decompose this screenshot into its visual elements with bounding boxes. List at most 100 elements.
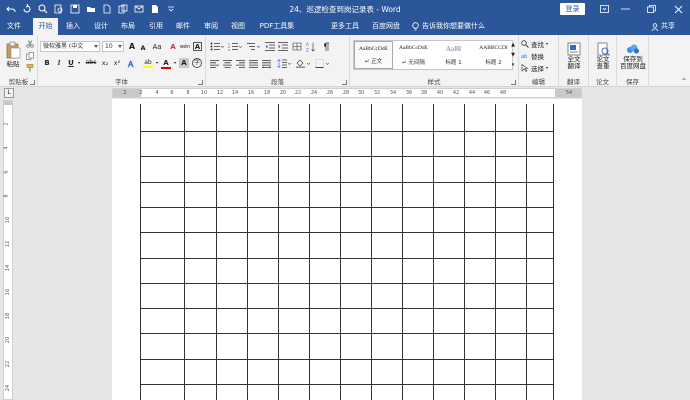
superscript-button[interactable]: x² (112, 58, 122, 68)
tab-selector[interactable]: L (4, 88, 14, 98)
style-normal[interactable]: AaBbCcDdE ↵ 正文 (354, 41, 393, 69)
shrink-font-button[interactable]: A (138, 43, 148, 53)
grow-font-button[interactable]: A (127, 42, 137, 52)
tab-insert[interactable]: 插入 (61, 18, 85, 35)
character-shading-button[interactable]: A (179, 58, 189, 68)
styles-scroll-down[interactable]: ▼ (510, 50, 516, 59)
vertical-ruler[interactable]: 2 4 6 8 10 12 14 16 18 20 22 24 (3, 100, 13, 400)
align-left-button[interactable] (209, 58, 220, 69)
ruler-tick: 48 (499, 90, 507, 96)
paper-label-2: 查重 (596, 62, 610, 70)
table-row-border (140, 308, 554, 309)
collapse-ribbon-button[interactable]: ^ (680, 77, 688, 85)
font-color-swatch (161, 66, 171, 69)
tab-references[interactable]: 引用 (144, 18, 168, 35)
phonetic-guide-button[interactable]: wén (179, 42, 191, 52)
tab-review[interactable]: 审阅 (199, 18, 223, 35)
tell-me-search[interactable]: 告诉我你想要做什么 (412, 18, 485, 35)
style-heading-2[interactable]: AABBCCDI 标题 2 (474, 41, 513, 69)
font-name-value: 微软雅黑 (中文 (43, 43, 84, 50)
editing-group: 查找 ▾ ab 替换 选择 ▾ 编辑 (519, 35, 559, 87)
styles-launcher[interactable] (511, 80, 516, 85)
multilevel-list-button[interactable] (245, 41, 261, 52)
style-heading-2-name: 标题 2 (485, 60, 502, 66)
chevron-down-icon: ▾ (546, 65, 549, 70)
translate-group: 全文 翻译 翻译 (559, 35, 589, 87)
bullets-button[interactable] (209, 41, 225, 52)
chinese-layout-button[interactable] (291, 41, 303, 52)
align-right-button[interactable] (235, 58, 246, 69)
font-launcher[interactable] (198, 80, 203, 85)
full-text-translate-button[interactable]: 全文 翻译 (562, 38, 586, 74)
borders-button[interactable] (314, 58, 330, 69)
strikethrough-button[interactable]: abc (84, 58, 98, 68)
character-border-button[interactable]: A (193, 42, 202, 51)
login-button[interactable]: 登录 (560, 3, 585, 15)
format-painter-button[interactable] (25, 63, 35, 73)
paste-label: 粘贴 (6, 59, 20, 68)
change-case-button[interactable]: Aa (150, 42, 164, 52)
clipboard-launcher[interactable] (30, 80, 35, 85)
clipboard-paste-icon (6, 41, 21, 58)
highlight-button[interactable]: ab (142, 58, 154, 69)
paragraph-launcher[interactable] (342, 80, 347, 85)
tab-view[interactable]: 视图 (226, 18, 250, 35)
clear-formatting-button[interactable]: A (168, 42, 178, 52)
minimize-button[interactable] (617, 1, 633, 17)
bold-button[interactable]: B (42, 58, 52, 68)
ribbon-display-button[interactable] (596, 1, 612, 17)
show-marks-button[interactable] (320, 41, 332, 52)
paste-button[interactable]: 粘贴 (4, 38, 22, 70)
find-label: 查找 (531, 40, 544, 49)
tab-more-tools[interactable]: 更多工具 (328, 18, 362, 35)
distributed-button[interactable] (261, 58, 272, 69)
numbering-button[interactable]: 123 (227, 41, 243, 52)
enclose-characters-button[interactable]: 字 (192, 58, 202, 68)
decrease-indent-button[interactable] (264, 41, 276, 52)
font-color-dropdown[interactable]: ▾ (173, 58, 177, 68)
paper-check-button[interactable]: 论文 查重 (591, 38, 615, 74)
style-no-spacing[interactable]: AaBbCcDdE ↵ 无间隔 (394, 41, 433, 69)
style-heading-1[interactable]: AaBl 标题 1 (434, 41, 473, 69)
maximize-button[interactable] (643, 1, 659, 17)
replace-button[interactable]: ab 替换 (521, 50, 544, 61)
tab-design[interactable]: 设计 (89, 18, 113, 35)
font-color-button[interactable]: A (160, 58, 172, 69)
cut-button[interactable] (25, 39, 35, 49)
select-button[interactable]: 选择 ▾ (521, 62, 548, 73)
subscript-button[interactable]: x₂ (100, 58, 110, 68)
italic-button[interactable]: I (54, 58, 64, 68)
justify-button[interactable] (248, 58, 259, 69)
underline-button[interactable]: U (66, 58, 76, 68)
styles-scroll-up[interactable]: ▲ (510, 40, 516, 49)
horizontal-ruler[interactable]: 2 2 4 6 8 10 12 14 16 18 20 22 24 26 28 30 32 34 36 38 40 42 4… (112, 88, 582, 98)
close-button[interactable] (670, 1, 686, 17)
increase-indent-button[interactable] (277, 41, 289, 52)
tab-home[interactable]: 开始 (33, 18, 58, 35)
title-bar: 24、巡逻检查到岗记录表 - Word 登录 (0, 0, 690, 18)
save-to-netdisk-button[interactable]: 保存到 百度网盘 (617, 38, 649, 74)
line-spacing-button[interactable] (276, 58, 292, 69)
tab-pdf-tools[interactable]: PDF工具集 (255, 18, 299, 35)
font-size-select[interactable]: 10 (102, 41, 124, 52)
sort-button[interactable]: AZ (305, 41, 317, 52)
styles-more[interactable]: ▾ (510, 60, 516, 69)
tab-file[interactable]: 文件 (3, 18, 25, 35)
style-heading-2-preview: AABBCCDI (479, 45, 508, 51)
text-effects-button[interactable]: A (126, 58, 138, 69)
tab-layout[interactable]: 布局 (116, 18, 140, 35)
find-button[interactable]: 查找 ▾ (521, 38, 548, 49)
record-table[interactable] (140, 104, 554, 400)
copy-button[interactable] (25, 51, 35, 61)
underline-dropdown[interactable]: ▾ (77, 58, 81, 68)
tab-baidu-netdisk[interactable]: 百度网盘 (368, 18, 404, 35)
font-name-select[interactable]: 微软雅黑 (中文 (40, 41, 100, 52)
highlight-dropdown[interactable]: ▾ (155, 58, 159, 68)
document-page[interactable] (112, 99, 582, 400)
share-button[interactable]: 共享 (651, 18, 675, 35)
ruler-tick: 24 (310, 90, 318, 96)
shading-button[interactable] (295, 58, 311, 69)
align-center-button[interactable] (222, 58, 233, 69)
table-column-border (278, 104, 279, 400)
tab-mailings[interactable]: 邮件 (171, 18, 195, 35)
